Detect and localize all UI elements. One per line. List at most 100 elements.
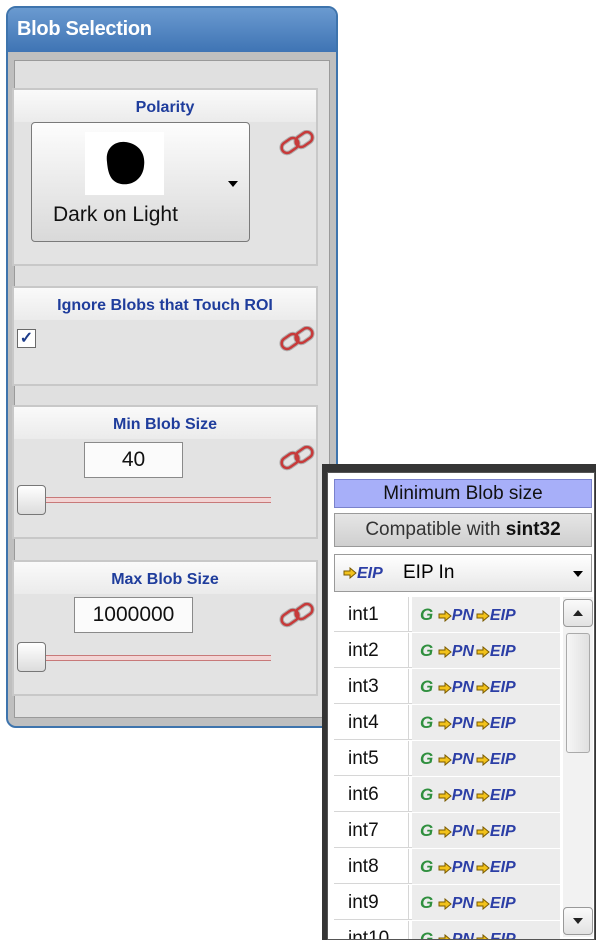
pn-badge: PN [451, 787, 474, 804]
dark-blob-image [85, 132, 164, 195]
popup-title: Minimum Blob size [334, 479, 592, 508]
io-mapping-popup: Minimum Blob size Compatible with sint32… [327, 472, 595, 940]
arrow-icon [438, 862, 452, 874]
polarity-group: Polarity Dark on Light [12, 88, 318, 266]
row-divider [408, 633, 409, 668]
min-blob-size-input[interactable]: 40 [84, 442, 183, 478]
protocol-tags: G PN EIP [412, 705, 560, 740]
polarity-value: Dark on Light [53, 203, 178, 226]
pn-badge: PN [451, 859, 474, 876]
max-blob-slider-thumb[interactable] [17, 642, 46, 672]
compat-type: sint32 [505, 519, 561, 540]
row-divider [408, 849, 409, 884]
tag-row[interactable]: int5 G PN EIP [334, 741, 560, 776]
ignore-blobs-checkbox[interactable]: ✓ [17, 329, 36, 348]
min-blob-slider-track[interactable] [26, 497, 271, 503]
min-blob-slider-thumb[interactable] [17, 485, 46, 515]
arrow-icon [438, 934, 452, 940]
eip-badge: EIP [489, 643, 516, 660]
scrollbar[interactable] [563, 597, 593, 937]
arrow-icon [438, 646, 452, 658]
compatibility-label: Compatible with sint32 [334, 513, 592, 547]
protocol-tags: G PN EIP [412, 777, 560, 812]
protocol-tags: G PN EIP [412, 849, 560, 884]
ignore-blobs-title: Ignore Blobs that Touch ROI [14, 288, 316, 320]
tag-name: int7 [348, 820, 379, 841]
arrow-icon [476, 898, 490, 910]
link-icon[interactable] [278, 602, 316, 628]
eip-badge: EIP [489, 787, 516, 804]
max-blob-size-title: Max Blob Size [14, 562, 316, 594]
link-icon[interactable] [278, 445, 316, 471]
tag-name: int6 [348, 784, 379, 805]
arrow-icon [476, 754, 490, 766]
min-blob-size-title: Min Blob Size [14, 407, 316, 439]
arrow-icon [343, 567, 357, 579]
tag-name: int2 [348, 640, 379, 661]
tag-name: int10 [348, 928, 390, 940]
tag-row[interactable]: int3 G PN EIP [334, 669, 560, 704]
tag-row[interactable]: int1 G PN EIP [334, 597, 560, 632]
chevron-down-icon [573, 571, 583, 577]
pn-badge: PN [451, 931, 474, 940]
scroll-down-button[interactable] [563, 907, 593, 935]
protocol-tags: G PN EIP [412, 633, 560, 668]
link-icon[interactable] [278, 130, 316, 156]
tag-name: int5 [348, 748, 379, 769]
g-badge: G [420, 605, 434, 624]
compat-prefix: Compatible with [365, 519, 506, 540]
protocol-tags: G PN EIP [412, 597, 560, 632]
tag-name: int1 [348, 604, 379, 625]
arrow-icon [438, 898, 452, 910]
g-badge: G [420, 749, 434, 768]
protocol-tags: G PN EIP [412, 741, 560, 776]
protocol-tags: G PN EIP [412, 813, 560, 848]
arrow-icon [476, 646, 490, 658]
pn-badge: PN [451, 895, 474, 912]
chevron-up-icon [573, 610, 583, 616]
arrow-icon [476, 934, 490, 940]
polarity-dropdown[interactable]: Dark on Light [31, 122, 250, 242]
g-badge: G [420, 785, 434, 804]
max-blob-size-input[interactable]: 1000000 [74, 597, 193, 633]
row-divider [408, 705, 409, 740]
chevron-down-icon [228, 181, 238, 187]
scroll-thumb[interactable] [566, 633, 590, 753]
protocol-tags: G PN EIP [412, 921, 560, 940]
g-badge: G [420, 821, 434, 840]
tag-name: int8 [348, 856, 379, 877]
row-divider [408, 813, 409, 848]
protocol-tags: G PN EIP [412, 885, 560, 920]
arrow-icon [438, 718, 452, 730]
g-badge: G [420, 713, 434, 732]
arrow-icon [438, 826, 452, 838]
eip-badge: EIP [489, 895, 516, 912]
tag-list: int1 G PN EIP int2 G PN EIP int3 G PN EIP int4 G P… [334, 597, 560, 940]
row-divider [408, 741, 409, 776]
tag-row[interactable]: int2 G PN EIP [334, 633, 560, 668]
tag-row[interactable]: int4 G PN EIP [334, 705, 560, 740]
eip-badge: EIP [489, 823, 516, 840]
max-blob-size-group: Max Blob Size 1000000 [12, 560, 318, 696]
tag-row[interactable]: int9 G PN EIP [334, 885, 560, 920]
pn-badge: PN [451, 679, 474, 696]
scroll-up-button[interactable] [563, 599, 593, 627]
arrow-icon [438, 790, 452, 802]
tag-row[interactable]: int7 G PN EIP [334, 813, 560, 848]
tag-row[interactable]: int10 G PN EIP [334, 921, 560, 940]
tag-row[interactable]: int6 G PN EIP [334, 777, 560, 812]
chevron-down-icon [573, 918, 583, 924]
arrow-icon [476, 826, 490, 838]
arrow-icon [476, 862, 490, 874]
tag-row[interactable]: int8 G PN EIP [334, 849, 560, 884]
polarity-title: Polarity [14, 90, 316, 122]
link-icon[interactable] [278, 326, 316, 352]
protocol-tags: G PN EIP [412, 669, 560, 704]
eip-badge: EIP [489, 715, 516, 732]
tag-name: int9 [348, 892, 379, 913]
protocol-dropdown[interactable]: EIP EIP In [334, 554, 592, 592]
row-divider [408, 885, 409, 920]
eip-badge: EIP [357, 565, 383, 582]
max-blob-slider-track[interactable] [26, 655, 271, 661]
arrow-icon [476, 610, 490, 622]
